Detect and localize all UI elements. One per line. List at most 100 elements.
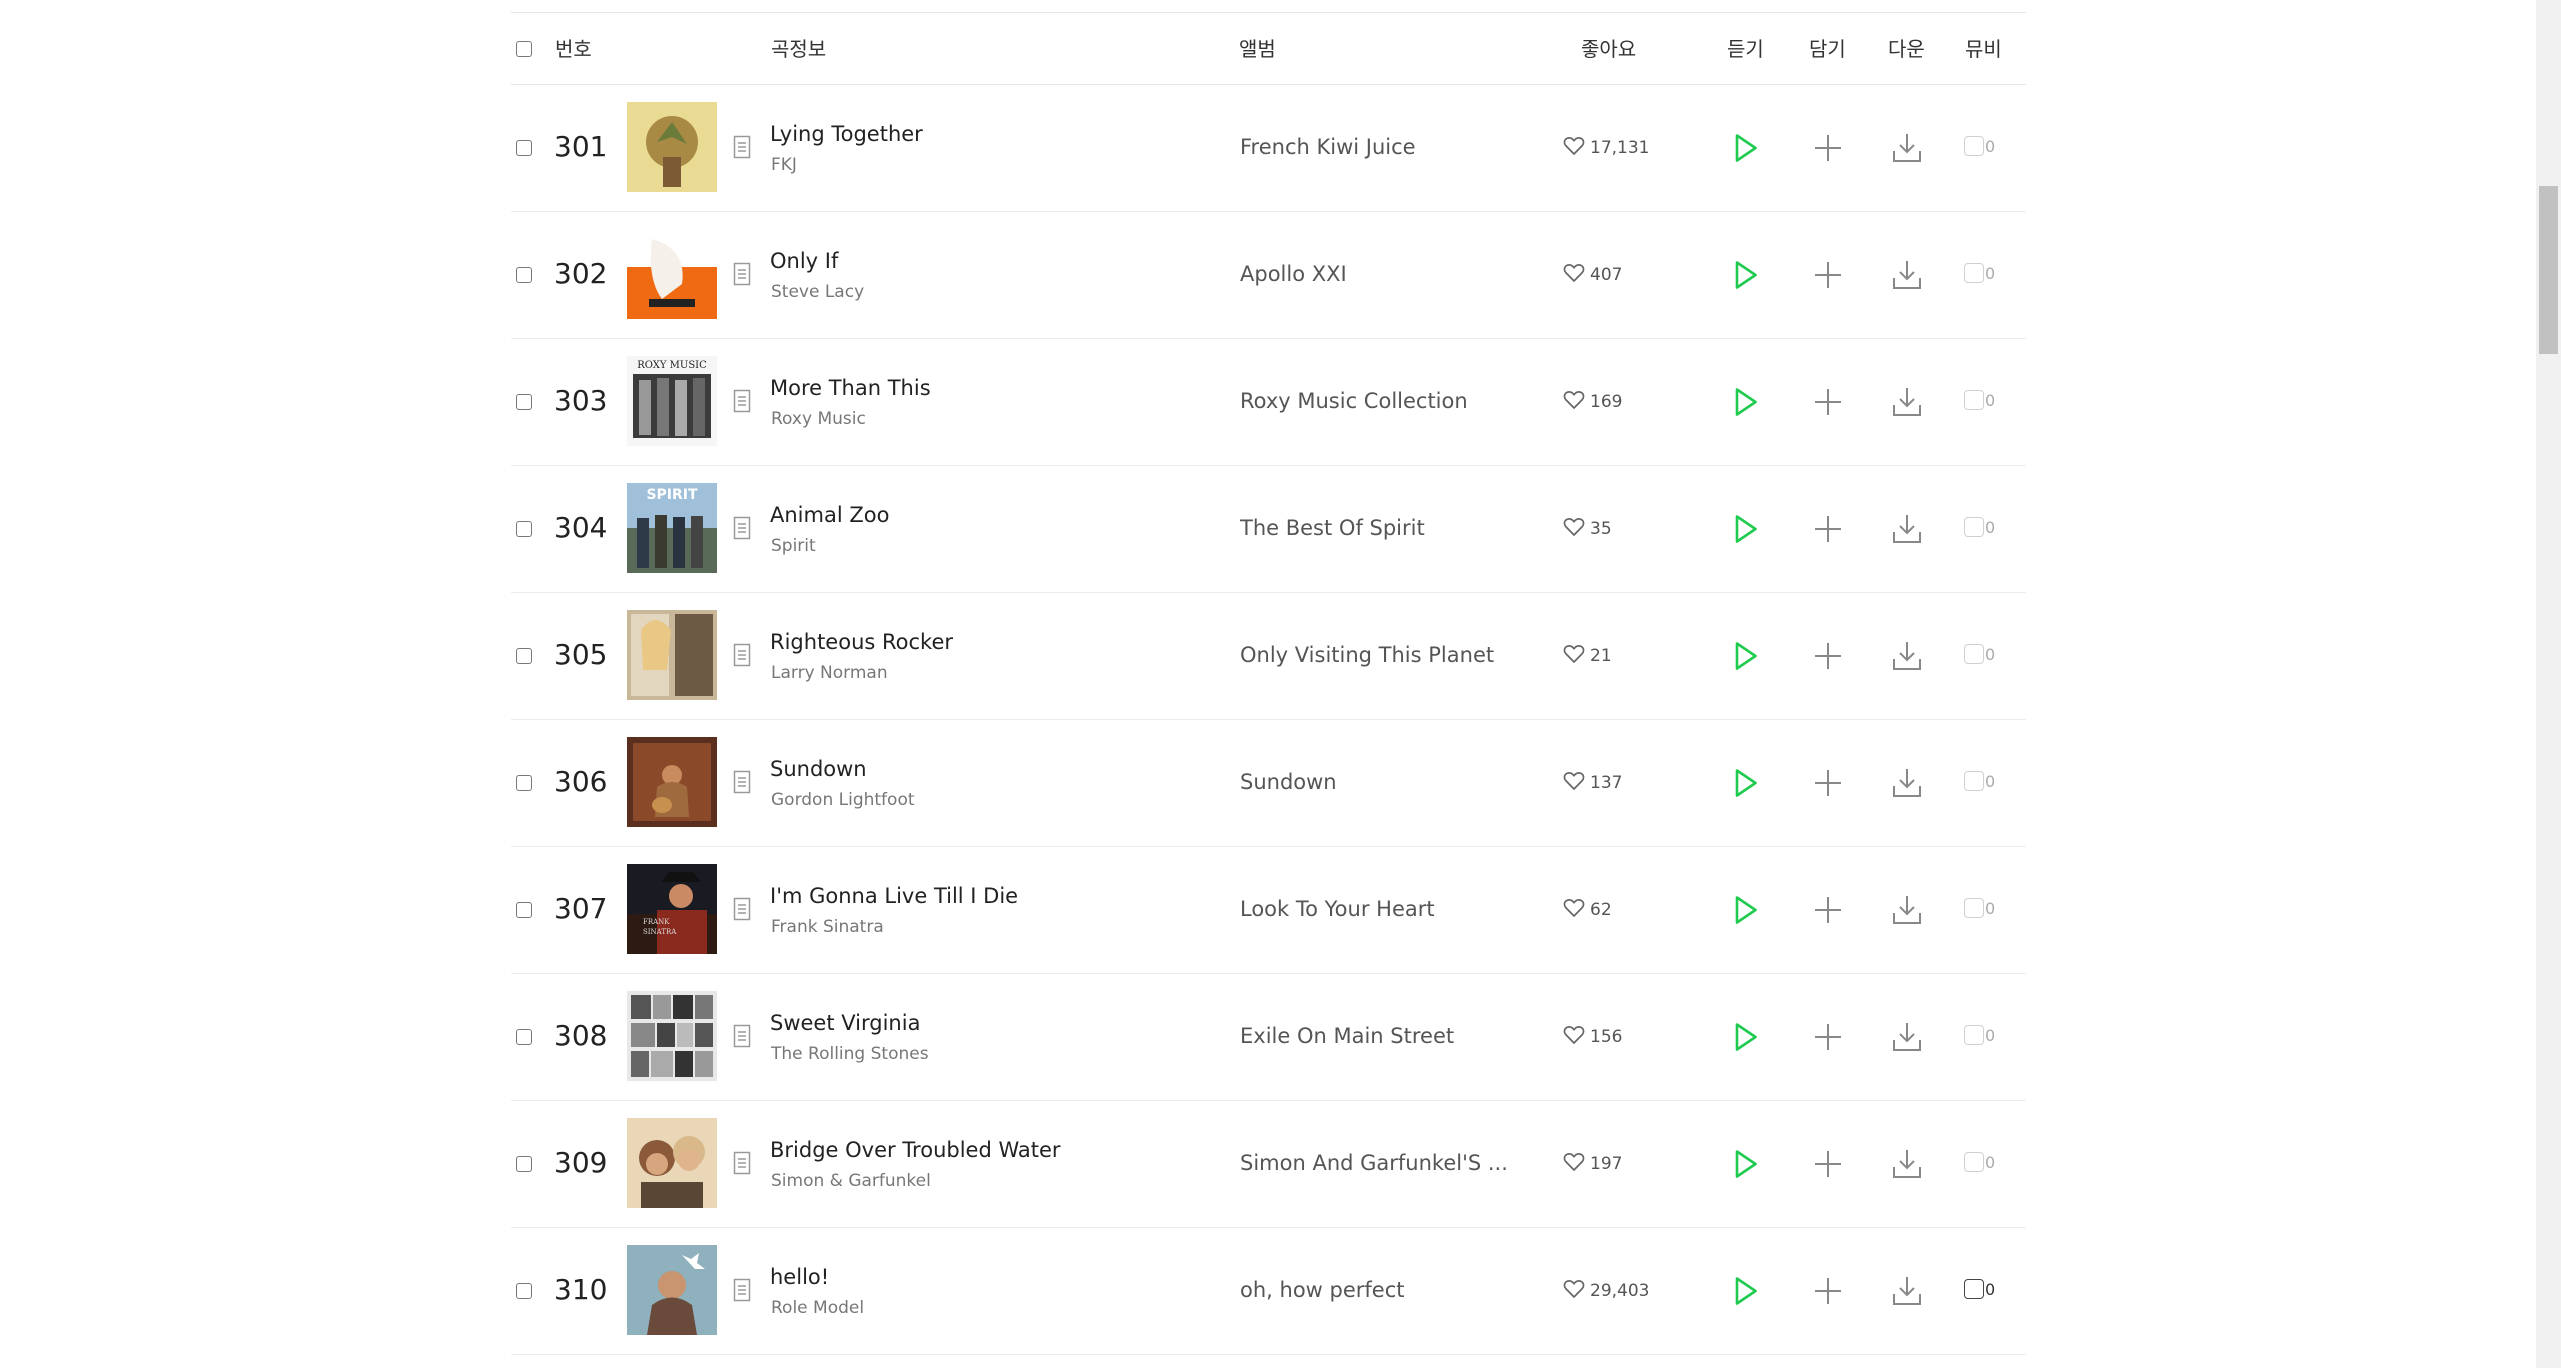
song-title[interactable]: More Than This: [770, 374, 931, 402]
play-icon[interactable]: [1733, 259, 1759, 295]
like-button[interactable]: 197: [1563, 1151, 1622, 1177]
like-button[interactable]: 62: [1563, 897, 1612, 923]
music-video-button[interactable]: 0: [1964, 136, 1995, 156]
download-icon[interactable]: [1891, 132, 1923, 168]
play-icon[interactable]: [1733, 640, 1759, 676]
like-button[interactable]: 407: [1563, 262, 1622, 288]
album-name[interactable]: oh, how perfect: [1240, 1275, 1405, 1305]
plus-icon[interactable]: [1814, 134, 1842, 166]
album-cover[interactable]: [627, 737, 717, 827]
scrollbar-thumb[interactable]: [2539, 186, 2558, 354]
track-checkbox[interactable]: [516, 775, 532, 791]
select-all-checkbox[interactable]: [516, 41, 532, 57]
artist-name[interactable]: Spirit: [771, 535, 816, 557]
song-title[interactable]: Righteous Rocker: [770, 628, 953, 656]
album-name[interactable]: Sundown: [1240, 767, 1337, 797]
play-icon[interactable]: [1733, 132, 1759, 168]
download-icon[interactable]: [1891, 386, 1923, 422]
play-icon[interactable]: [1733, 1148, 1759, 1184]
song-info-document-icon[interactable]: [733, 262, 751, 290]
album-cover[interactable]: [627, 1245, 717, 1335]
like-button[interactable]: 21: [1563, 643, 1612, 669]
song-title[interactable]: Sweet Virginia: [770, 1009, 920, 1037]
play-icon[interactable]: [1733, 767, 1759, 803]
music-video-button[interactable]: 0: [1964, 263, 1995, 283]
download-icon[interactable]: [1891, 513, 1923, 549]
artist-name[interactable]: The Rolling Stones: [771, 1043, 929, 1065]
song-info-document-icon[interactable]: [733, 1151, 751, 1179]
song-info-document-icon[interactable]: [733, 1024, 751, 1052]
album-cover[interactable]: [627, 102, 717, 192]
song-info-document-icon[interactable]: [733, 389, 751, 417]
song-info-document-icon[interactable]: [733, 135, 751, 163]
track-checkbox[interactable]: [516, 521, 532, 537]
play-icon[interactable]: [1733, 513, 1759, 549]
artist-name[interactable]: Larry Norman: [771, 662, 888, 684]
song-info-document-icon[interactable]: [733, 897, 751, 925]
download-icon[interactable]: [1891, 640, 1923, 676]
album-cover[interactable]: SPIRIT: [627, 483, 717, 573]
song-title[interactable]: Bridge Over Troubled Water: [770, 1136, 1061, 1164]
play-icon[interactable]: [1733, 1275, 1759, 1311]
album-cover[interactable]: [627, 229, 717, 319]
music-video-button[interactable]: 0: [1964, 1152, 1995, 1172]
plus-icon[interactable]: [1814, 769, 1842, 801]
plus-icon[interactable]: [1814, 896, 1842, 928]
artist-name[interactable]: Gordon Lightfoot: [771, 789, 915, 811]
artist-name[interactable]: Steve Lacy: [771, 281, 864, 303]
album-name[interactable]: The Best Of Spirit: [1240, 513, 1425, 543]
track-checkbox[interactable]: [516, 648, 532, 664]
download-icon[interactable]: [1891, 1021, 1923, 1057]
download-icon[interactable]: [1891, 1148, 1923, 1184]
plus-icon[interactable]: [1814, 1023, 1842, 1055]
song-info-document-icon[interactable]: [733, 770, 751, 798]
play-icon[interactable]: [1733, 386, 1759, 422]
album-name[interactable]: French Kiwi Juice: [1240, 132, 1416, 162]
plus-icon[interactable]: [1814, 261, 1842, 293]
track-checkbox[interactable]: [516, 1283, 532, 1299]
music-video-button[interactable]: 0: [1964, 898, 1995, 918]
song-title[interactable]: hello!: [770, 1263, 829, 1291]
like-button[interactable]: 169: [1563, 389, 1622, 415]
track-checkbox[interactable]: [516, 140, 532, 156]
album-cover[interactable]: [627, 610, 717, 700]
play-icon[interactable]: [1733, 894, 1759, 930]
plus-icon[interactable]: [1814, 1150, 1842, 1182]
album-cover[interactable]: FRANK SINATRA: [627, 864, 717, 954]
album-cover[interactable]: [627, 991, 717, 1081]
like-button[interactable]: 17,131: [1563, 135, 1649, 161]
music-video-button[interactable]: 0: [1964, 390, 1995, 410]
song-title[interactable]: I'm Gonna Live Till I Die: [770, 882, 1018, 910]
track-checkbox[interactable]: [516, 267, 532, 283]
plus-icon[interactable]: [1814, 515, 1842, 547]
song-info-document-icon[interactable]: [733, 516, 751, 544]
song-title[interactable]: Animal Zoo: [770, 501, 889, 529]
song-title[interactable]: Lying Together: [770, 120, 923, 148]
music-video-button[interactable]: 0: [1964, 771, 1995, 791]
plus-icon[interactable]: [1814, 1277, 1842, 1309]
artist-name[interactable]: Frank Sinatra: [771, 916, 884, 938]
track-checkbox[interactable]: [516, 394, 532, 410]
album-name[interactable]: Simon And Garfunkel'S ...: [1240, 1148, 1508, 1178]
music-video-button[interactable]: 0: [1964, 1279, 1995, 1299]
album-name[interactable]: Roxy Music Collection: [1240, 386, 1468, 416]
like-button[interactable]: 29,403: [1563, 1278, 1649, 1304]
plus-icon[interactable]: [1814, 388, 1842, 420]
song-title[interactable]: Sundown: [770, 755, 867, 783]
song-info-document-icon[interactable]: [733, 1278, 751, 1306]
music-video-button[interactable]: 0: [1964, 644, 1995, 664]
artist-name[interactable]: FKJ: [771, 154, 797, 176]
song-title[interactable]: Only If: [770, 247, 838, 275]
download-icon[interactable]: [1891, 259, 1923, 295]
music-video-button[interactable]: 0: [1964, 517, 1995, 537]
like-button[interactable]: 137: [1563, 770, 1622, 796]
album-name[interactable]: Exile On Main Street: [1240, 1021, 1454, 1051]
download-icon[interactable]: [1891, 1275, 1923, 1311]
artist-name[interactable]: Role Model: [771, 1297, 864, 1319]
download-icon[interactable]: [1891, 894, 1923, 930]
album-name[interactable]: Only Visiting This Planet: [1240, 640, 1494, 670]
like-button[interactable]: 35: [1563, 516, 1612, 542]
plus-icon[interactable]: [1814, 642, 1842, 674]
artist-name[interactable]: Simon & Garfunkel: [771, 1170, 931, 1192]
play-icon[interactable]: [1733, 1021, 1759, 1057]
